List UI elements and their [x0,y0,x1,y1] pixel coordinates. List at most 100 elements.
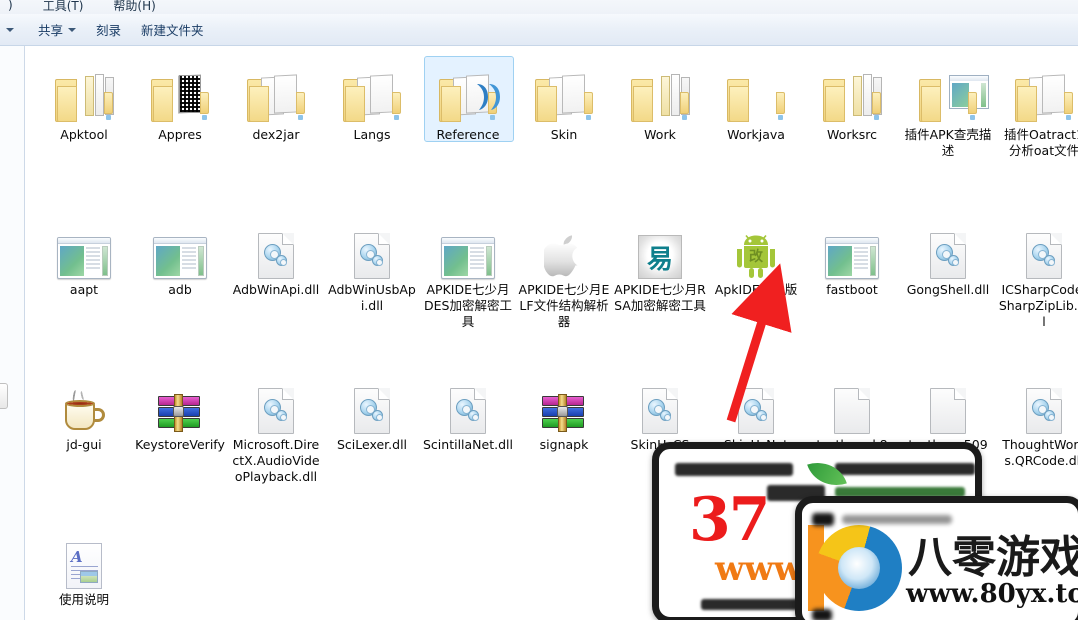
file-icon [516,213,612,279]
file-item[interactable]: Worksrc [804,58,900,144]
watermark-37-www: www [715,549,803,589]
file-icon [996,368,1078,434]
file-icon [420,58,516,124]
folder-icon [919,74,977,124]
file-icon [36,58,132,124]
file-name-label: adb [132,281,228,299]
folder-icon [823,74,881,124]
yi-logo-icon: 易 [638,235,682,279]
app-window-icon [153,237,207,279]
file-item[interactable]: signapk [516,368,612,454]
file-icon [420,213,516,279]
file-icon [900,58,996,124]
file-item[interactable]: jd-gui [36,368,132,454]
file-item[interactable]: KeystoreVerify [132,368,228,454]
file-item[interactable]: Work [612,58,708,144]
file-item[interactable]: A 使用说明 [36,523,132,609]
folder-icon [1015,74,1073,124]
blurred-text [812,513,834,526]
watermark-card-80yx: 八零游戏 www.80yx.top [795,496,1078,620]
file-icon [516,368,612,434]
toolbar-organize-dropdown[interactable] [0,25,28,35]
menu-bar: ) 工具(T) 帮助(H) [0,0,1078,14]
file-name-label: Appres [132,126,228,144]
file-item[interactable]: 改 ApkIDE少月版 [708,213,804,299]
navigation-pane-edge [0,46,25,620]
file-item[interactable]: APKIDE七少月DES加密解密工具 [420,213,516,331]
toolbar: 共享 刻录 新建文件夹 [0,14,1078,46]
file-icon [996,58,1078,124]
file-icon [708,368,804,434]
blank-file-icon [834,388,870,434]
app-window-icon [57,237,111,279]
file-item[interactable]: GongShell.dll [900,213,996,299]
file-item[interactable]: Skin [516,58,612,144]
file-item[interactable]: Apktool [36,58,132,144]
file-name-label: 插件Oatract1分析oat文件 [996,126,1078,160]
file-item[interactable]: Langs [324,58,420,144]
file-item[interactable]: APKIDE七少月ELF文件结构解析器 [516,213,612,331]
dll-file-icon [450,388,486,434]
file-icon [132,213,228,279]
file-item[interactable]: 易 APKIDE七少月RSA加密解密工具 [612,213,708,315]
app-window-icon [825,237,879,279]
file-icon [420,368,516,434]
dll-file-icon [1026,388,1062,434]
file-item[interactable]: ICSharpCode.SharpZipLib.dll [996,213,1078,331]
file-icon [324,58,420,124]
file-item[interactable]: Workjava [708,58,804,144]
file-icon [324,213,420,279]
dll-file-icon [930,233,966,279]
file-item[interactable]: ThoughtWorks.QRCode.dll [996,368,1078,470]
file-item[interactable]: dex2jar [228,58,324,144]
file-name-label: GongShell.dll [900,281,996,299]
file-icon [804,368,900,434]
blurred-text [842,515,952,524]
file-name-label: 插件APK查壳描述 [900,126,996,160]
word-document-icon: A [66,543,102,589]
navigation-pane-item-stub[interactable] [0,383,8,409]
file-item[interactable]: adb [132,213,228,299]
spiral-logo-icon [816,525,902,611]
dll-file-icon [354,233,390,279]
blank-file-icon [930,388,966,434]
file-name-label: Microsoft.DirectX.AudioVideoPlayback.dll [228,436,324,486]
toolbar-burn[interactable]: 刻录 [86,17,131,42]
menu-item-clipped[interactable]: ) [4,0,17,13]
file-name-label: Langs [324,126,420,144]
dll-file-icon [1026,233,1062,279]
file-item[interactable]: SciLexer.dll [324,368,420,454]
folder-icon [439,74,497,124]
dll-file-icon [354,388,390,434]
winrar-archive-icon [158,394,202,434]
file-name-label: Apktool [36,126,132,144]
file-item[interactable]: Microsoft.DirectX.AudioVideoPlayback.dll [228,368,324,486]
menu-item-help[interactable]: 帮助(H) [109,0,159,14]
file-item[interactable]: aapt [36,213,132,299]
file-item[interactable]: Appres [132,58,228,144]
menu-item-tools[interactable]: 工具(T) [39,0,88,14]
toolbar-new-folder[interactable]: 新建文件夹 [131,17,214,42]
file-item[interactable]: AdbWinUsbApi.dll [324,213,420,315]
folder-icon [343,74,401,124]
file-icon [132,368,228,434]
file-name-label: signapk [516,436,612,454]
file-item[interactable]: AdbWinApi.dll [228,213,324,299]
folder-icon [727,74,785,124]
file-name-label: aapt [36,281,132,299]
toolbar-share[interactable]: 共享 [28,17,86,42]
file-icon [900,213,996,279]
file-name-label: Skin [516,126,612,144]
chevron-down-icon [6,28,14,32]
svg-text:改: 改 [749,248,764,265]
watermark-37-number: 37 [689,485,769,555]
file-item[interactable]: Reference [420,58,516,144]
file-item[interactable]: fastboot [804,213,900,299]
file-item[interactable]: 插件APK查壳描述 [900,58,996,160]
file-icon [228,58,324,124]
folder-icon [535,74,593,124]
file-icon [708,58,804,124]
file-item[interactable]: 插件Oatract1分析oat文件 [996,58,1078,160]
java-coffee-cup-icon [61,390,107,434]
file-item[interactable]: ScintillaNet.dll [420,368,516,454]
